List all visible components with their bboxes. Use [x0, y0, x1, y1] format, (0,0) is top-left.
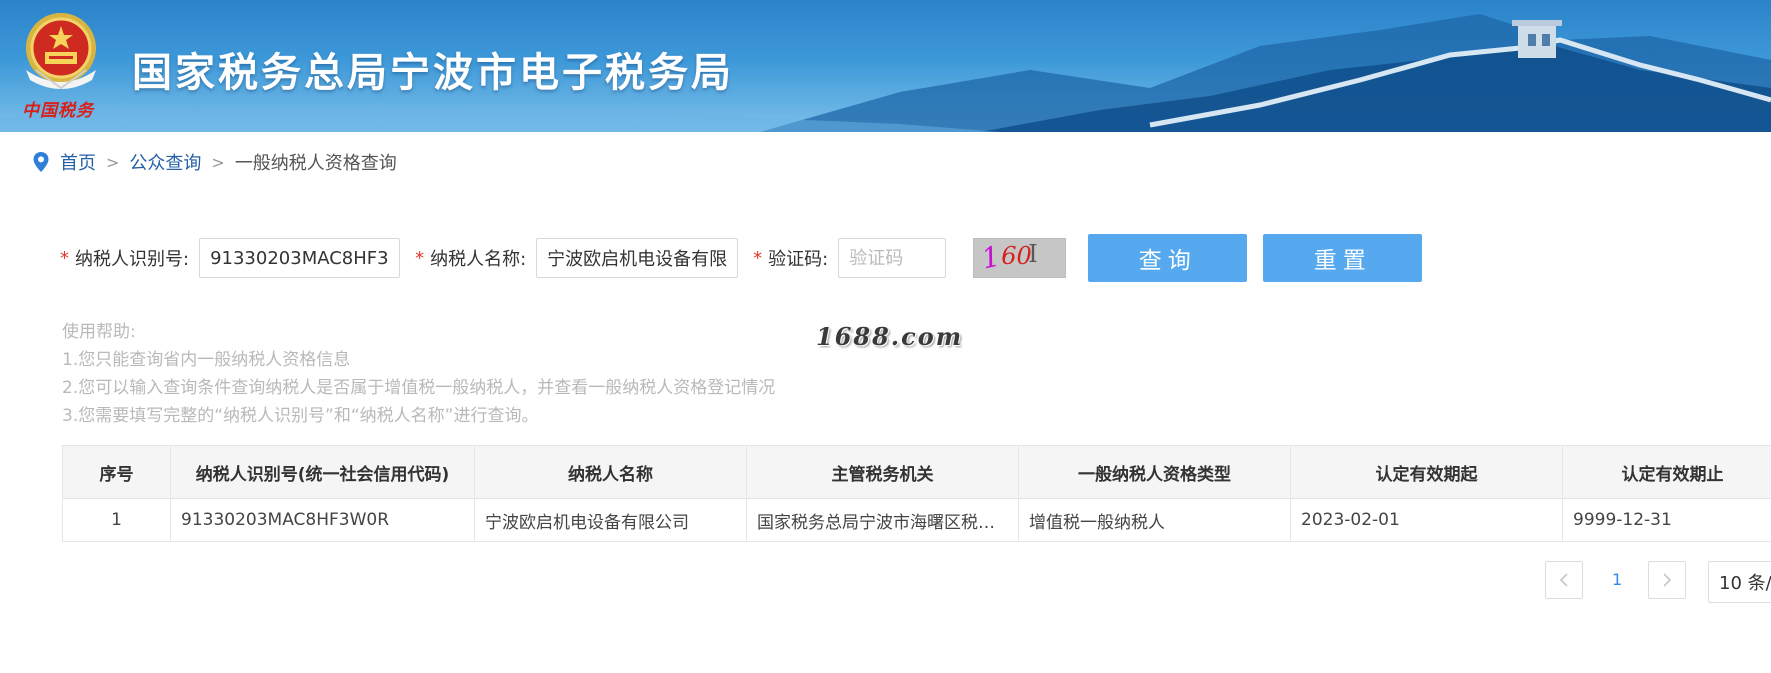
- captcha-char: 60: [1001, 242, 1032, 270]
- result-table: 序号 纳税人识别号(统一社会信用代码) 纳税人名称 主管税务机关 一般纳税人资格…: [62, 445, 1771, 542]
- captcha-image[interactable]: 1 60 I: [973, 238, 1067, 278]
- reset-button[interactable]: 重置: [1263, 234, 1423, 282]
- breadcrumb-home-link[interactable]: 首页: [60, 149, 96, 175]
- table-cell: 9999-12-31: [1562, 498, 1771, 542]
- taxpayer-name-label: 纳税人名称:: [430, 249, 527, 270]
- captcha-label: 验证码:: [768, 249, 829, 270]
- table-header-cell: 一般纳税人资格类型: [1018, 445, 1291, 499]
- required-mark: *: [60, 247, 69, 269]
- breadcrumb-separator: >: [211, 152, 225, 172]
- breadcrumb-current-page: 一般纳税人资格查询: [234, 153, 397, 174]
- pagination: 1 10 条/页: [0, 561, 1771, 603]
- table-header-cell: 主管税务机关: [746, 445, 1019, 499]
- captcha-char: I: [1028, 240, 1038, 268]
- next-page-button[interactable]: [1648, 561, 1686, 599]
- table-cell: 2023-02-01: [1290, 498, 1563, 542]
- captcha-char: 1: [978, 239, 1004, 276]
- taxpayer-name-input[interactable]: [536, 238, 739, 278]
- help-line: 1.您只能查询省内一般纳税人资格信息: [62, 350, 351, 370]
- site-title: 国家税务总局宁波市电子税务局: [132, 50, 734, 96]
- prev-page-button[interactable]: [1545, 561, 1583, 599]
- required-mark: *: [415, 247, 425, 269]
- table-cell: 国家税务总局宁波市海曙区税务局: [746, 498, 1019, 542]
- table-header-cell: 认定有效期止: [1562, 445, 1771, 499]
- page-size-select[interactable]: 10 条/页: [1708, 561, 1771, 603]
- location-pin-icon: [33, 152, 49, 172]
- national-emblem-icon: [26, 13, 96, 90]
- table-cell: 91330203MAC8HF3W0R: [170, 498, 475, 542]
- site-header-banner: 中国税务 国家税务总局宁波市电子税务局: [0, 0, 1771, 132]
- usage-help: 使用帮助: 1.您只能查询省内一般纳税人资格信息 2.您可以输入查询条件查询纳税…: [62, 318, 775, 430]
- chevron-right-icon: [1663, 573, 1672, 587]
- query-button[interactable]: 查询: [1088, 234, 1248, 282]
- help-line: 3.您需要填写完整的“纳税人识别号”和“纳税人名称”进行查询。: [62, 406, 539, 426]
- help-line: 2.您可以输入查询条件查询纳税人是否属于增值税一般纳税人，并查看一般纳税人资格登…: [62, 378, 776, 398]
- captcha-input[interactable]: [838, 238, 947, 278]
- help-title: 使用帮助:: [62, 322, 136, 342]
- brand-wordmark: 中国税务: [22, 101, 94, 121]
- search-form: * 纳税人识别号: * 纳税人名称: * 验证码: 1 60 I 查询 重置: [60, 234, 1423, 282]
- page-number-current[interactable]: 1: [1612, 570, 1622, 589]
- table-header-cell: 认定有效期起: [1290, 445, 1563, 499]
- required-mark: *: [753, 247, 763, 269]
- watermark: 1688.com: [816, 322, 964, 351]
- table-header-cell: 纳税人识别号(统一社会信用代码): [170, 445, 475, 499]
- taxpayer-id-input[interactable]: [199, 238, 401, 278]
- table-cell: 1: [62, 498, 171, 542]
- chevron-left-icon: [1559, 573, 1568, 587]
- table-row: 1 91330203MAC8HF3W0R 宁波欧启机电设备有限公司 国家税务总局…: [62, 498, 1771, 542]
- table-header-cell: 序号: [62, 445, 171, 499]
- table-cell: 宁波欧启机电设备有限公司: [474, 498, 747, 542]
- table-cell: 增值税一般纳税人: [1018, 498, 1291, 542]
- table-header-row: 序号 纳税人识别号(统一社会信用代码) 纳税人名称 主管税务机关 一般纳税人资格…: [62, 445, 1771, 499]
- breadcrumb-public-query-link[interactable]: 公众查询: [129, 149, 201, 175]
- breadcrumb-separator: >: [106, 152, 120, 172]
- breadcrumb: 首页 > 公众查询 > 一般纳税人资格查询: [32, 150, 397, 174]
- table-header-cell: 纳税人名称: [474, 445, 747, 499]
- taxpayer-id-label: 纳税人识别号:: [75, 249, 190, 270]
